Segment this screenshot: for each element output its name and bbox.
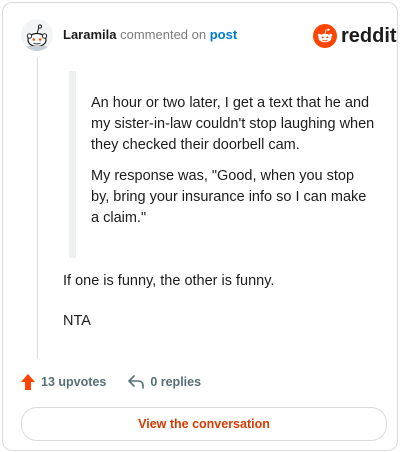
username-link[interactable]: Laramila [63, 27, 116, 42]
thread-line [37, 57, 38, 359]
quote-bar [69, 71, 76, 258]
reply-arrow-icon [128, 375, 145, 389]
quoted-text: An hour or two later, I get a text that … [91, 93, 375, 239]
body-paragraph: If one is funny, the other is funny. [63, 273, 275, 289]
body-paragraph: NTA [63, 313, 91, 329]
replies-label: 0 replies [150, 375, 202, 389]
view-conversation-button[interactable]: View the conversation [21, 407, 387, 441]
quote-paragraph: An hour or two later, I get a text that … [91, 95, 375, 153]
post-link[interactable]: post [210, 27, 237, 42]
comment-header: Laramila commented on post [63, 27, 237, 43]
comment-body: If one is funny, the other is funny. NTA [63, 271, 383, 351]
snoo-avatar-icon [21, 19, 53, 51]
reddit-logo-icon [313, 24, 337, 48]
upvotes-stat[interactable]: 13 upvotes [21, 374, 106, 390]
comment-card: Laramila commented on post reddit An hou… [2, 2, 398, 451]
upvotes-label: 13 upvotes [41, 375, 107, 389]
upvote-arrow-icon [21, 374, 35, 390]
quote-paragraph: My response was, "Good, when you stop by… [91, 168, 367, 226]
action-text: commented on [120, 27, 207, 42]
replies-stat[interactable]: 0 replies [128, 375, 201, 389]
reddit-wordmark: reddit [341, 24, 397, 47]
avatar[interactable] [21, 19, 53, 51]
comment-footer: 13 upvotes 0 replies [21, 371, 223, 393]
reddit-brand[interactable]: reddit [313, 23, 397, 49]
